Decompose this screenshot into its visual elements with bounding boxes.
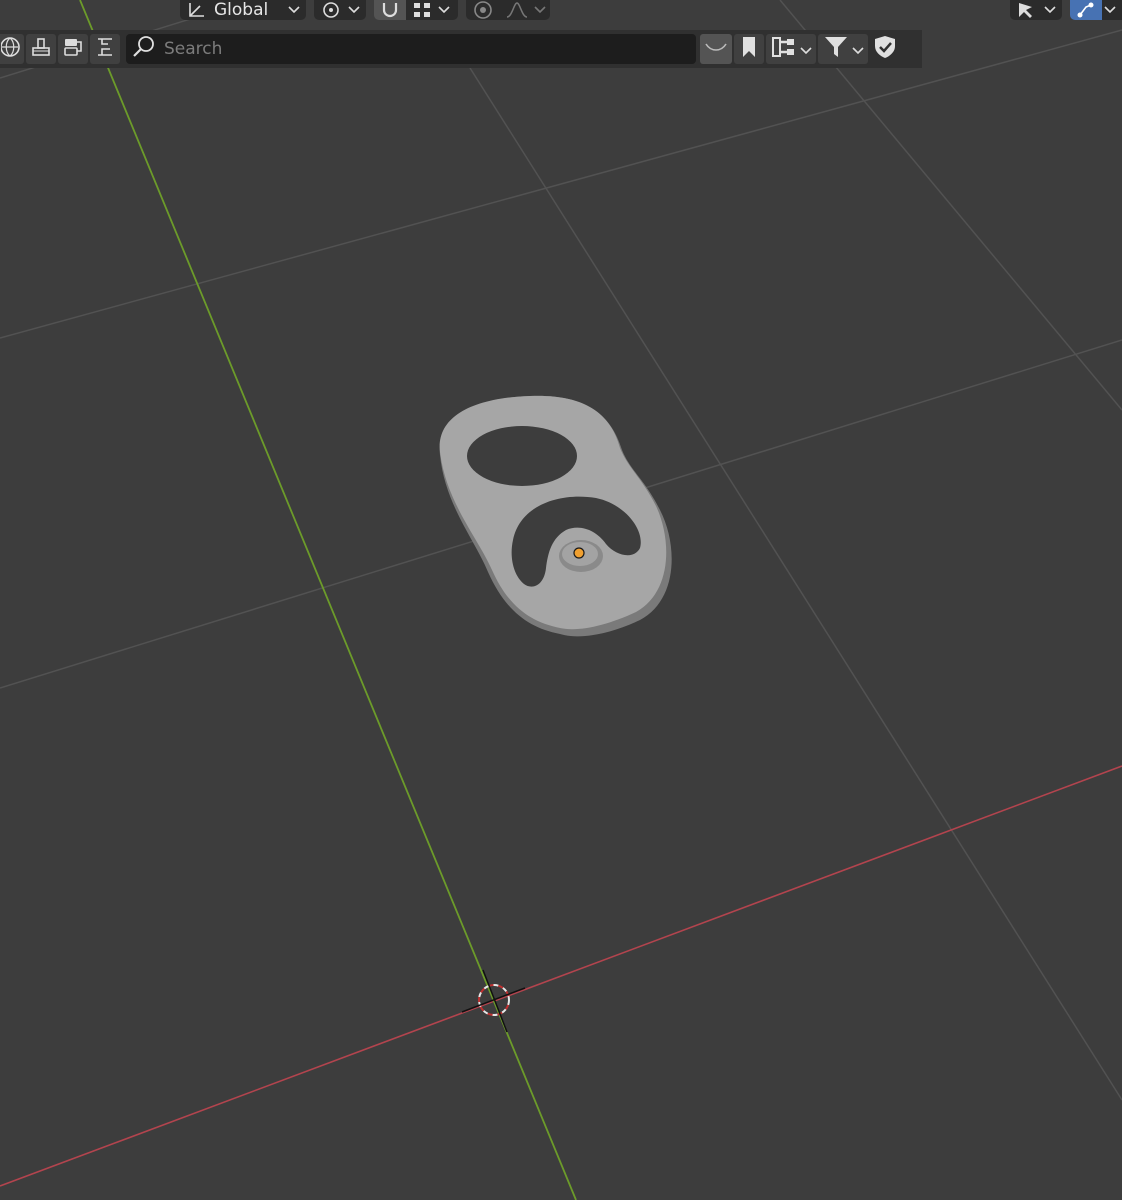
grid-line (0, 29, 1122, 339)
viewport-header-tools: Global (180, 0, 550, 20)
x-axis-line (0, 765, 1122, 1187)
select-tool-dropdown[interactable] (1010, 0, 1062, 20)
object-origin-dot[interactable] (573, 547, 585, 559)
chevron-down-icon (348, 6, 360, 14)
display-mode-orphan-data[interactable] (90, 34, 120, 64)
3d-viewport[interactable] (0, 0, 1122, 1200)
view-layer-icon (30, 36, 52, 62)
outliner-header-buttons (700, 34, 900, 64)
display-mode-blender-file[interactable] (58, 34, 88, 64)
falloff-curve-icon (506, 2, 528, 18)
chevron-down-icon (438, 6, 450, 14)
bookmark-icon (740, 36, 758, 62)
restrict-toggles-button[interactable] (870, 34, 900, 64)
chevron-down-icon (534, 6, 546, 14)
hide-toggle[interactable] (700, 34, 732, 64)
chevron-down-icon (288, 6, 300, 14)
filter-icon (823, 35, 849, 63)
chevron-down-icon (1104, 6, 1116, 14)
gizmo-toggle[interactable] (1070, 0, 1102, 20)
magnet-icon (380, 1, 400, 19)
hierarchy-icon (771, 36, 797, 62)
ring-hole (467, 426, 577, 486)
orientation-icon (186, 1, 208, 19)
search-input[interactable]: Search (126, 34, 696, 64)
filter-dropdown[interactable] (818, 34, 868, 64)
orphan-data-icon (94, 36, 116, 62)
transform-orientation-dropdown[interactable]: Global (180, 0, 306, 20)
blender-file-icon (62, 36, 84, 62)
proportional-edit-toggle[interactable] (466, 0, 500, 20)
hierarchy-dropdown[interactable] (766, 34, 816, 64)
chevron-down-icon (799, 40, 812, 59)
chevron-down-icon (851, 40, 864, 59)
select-cursor-icon (1016, 1, 1038, 19)
snap-toggle[interactable] (374, 0, 406, 20)
proportional-edit-icon (472, 1, 494, 19)
bookmark-button[interactable] (734, 34, 764, 64)
orientation-label: Global (214, 0, 269, 20)
shield-icon (873, 35, 897, 63)
pivot-icon (320, 1, 342, 19)
gizmo-icon (1076, 1, 1096, 19)
chevron-down-icon (1044, 6, 1056, 14)
search-placeholder: Search (164, 39, 223, 59)
viewport-header-right (1010, 0, 1122, 20)
display-mode-view-layer[interactable] (26, 34, 56, 64)
display-mode-group (0, 32, 120, 66)
outliner-header: Search (0, 30, 922, 68)
pivot-point-dropdown[interactable] (314, 0, 366, 20)
snap-increment-icon (412, 2, 432, 18)
pull-tab-mesh[interactable] (439, 395, 672, 637)
proportional-falloff-dropdown[interactable] (500, 0, 550, 20)
scenes-icon (0, 36, 23, 62)
search-icon (132, 35, 156, 63)
gizmo-dropdown[interactable] (1102, 0, 1122, 20)
hide-icon (704, 39, 728, 59)
display-mode-scenes[interactable] (0, 34, 24, 64)
snap-target-dropdown[interactable] (406, 0, 458, 20)
